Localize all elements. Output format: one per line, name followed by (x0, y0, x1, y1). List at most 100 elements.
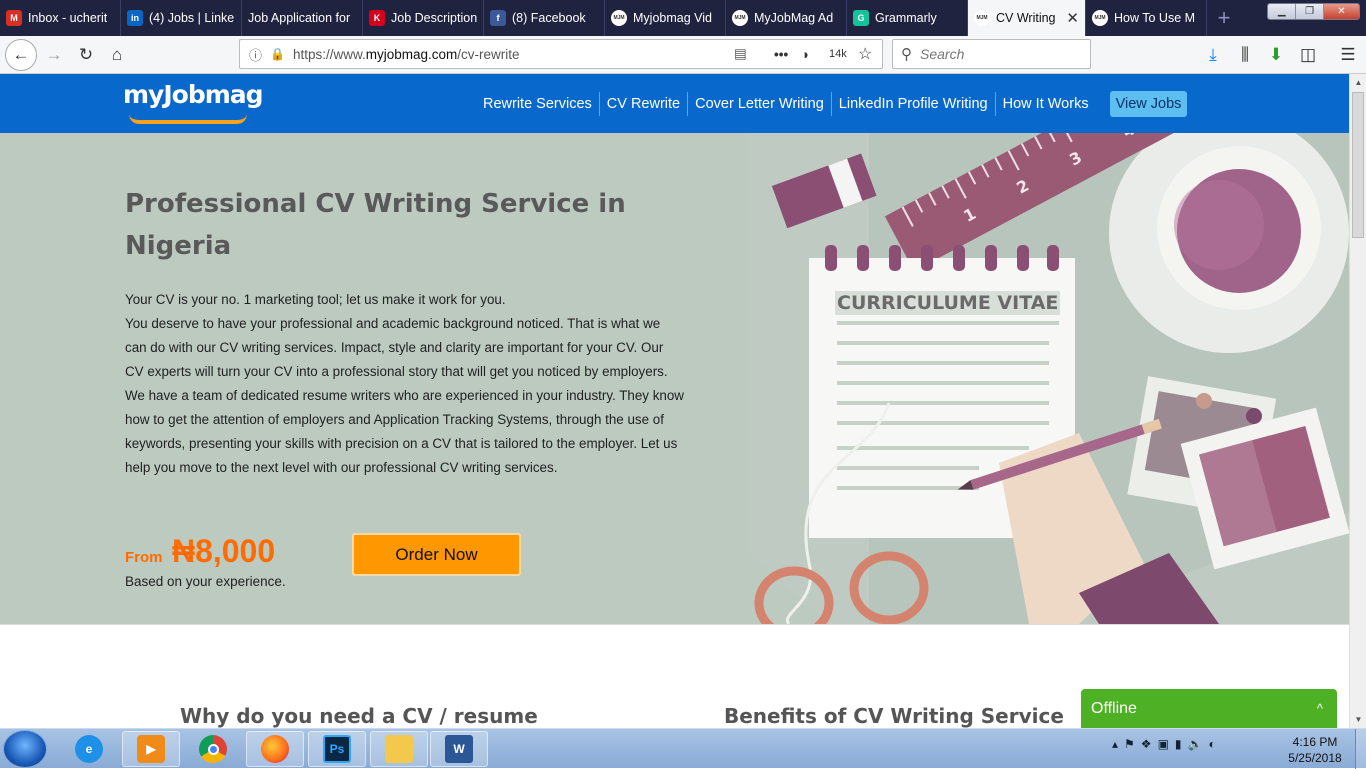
chat-widget[interactable]: Offline ^ (1081, 689, 1337, 728)
page-title: Professional CV Writing Service in Niger… (125, 189, 626, 261)
browser-tab[interactable]: MJM CV Writing ✕ (968, 0, 1086, 36)
cv-title-text: CURRICULUME VITAE (837, 292, 1058, 314)
window-controls: ▁ ❐ ✕ (1267, 3, 1360, 20)
start-button[interactable] (3, 730, 47, 768)
library-icon: ⫼ (1241, 45, 1249, 64)
vertical-scrollbar[interactable]: ▲ ▼ (1349, 74, 1366, 728)
network-signal-icon[interactable]: ▮ (1175, 737, 1182, 751)
word-icon: W (445, 735, 473, 763)
system-clock[interactable]: 4:16 PM 5/25/2018 (1282, 734, 1348, 766)
tab-label: (4) Jobs | Linke (149, 11, 235, 25)
browser-tab[interactable]: M Inbox - ucherit (0, 0, 121, 36)
nav-linkedin-profile-writing[interactable]: LinkedIn Profile Writing (832, 92, 996, 116)
forward-button[interactable]: → (40, 42, 68, 68)
url-domain: myjobmag.com (365, 46, 458, 62)
taskbar-chrome[interactable] (184, 731, 242, 767)
nav-rewrite-services[interactable]: Rewrite Services (476, 92, 600, 116)
tab-label: (8) Facebook (512, 11, 586, 25)
pin (1246, 408, 1262, 424)
action-center-flag-icon[interactable]: ⚑ (1124, 737, 1135, 751)
home-icon: ⌂ (111, 45, 123, 64)
tab-label: Inbox - ucherit (28, 11, 108, 25)
search-input[interactable]: ⚲ Search (892, 39, 1091, 69)
taskbar-internet-explorer[interactable]: e (60, 731, 118, 767)
back-button[interactable]: ← (5, 39, 37, 71)
power-icon[interactable]: ◐ (1208, 737, 1215, 751)
nav-cover-letter-writing[interactable]: Cover Letter Writing (688, 92, 832, 116)
coffee-highlight (1174, 180, 1264, 270)
scrollbar-thumb[interactable] (1352, 92, 1364, 238)
reload-button[interactable]: ↻ (72, 42, 100, 68)
volume-icon[interactable]: 🔈 (1188, 737, 1203, 751)
tab-label: Myjobmag Vid (633, 11, 712, 25)
order-now-button[interactable]: Order Now (352, 533, 521, 576)
system-tray: ▴ ⚑ ❖ ▣ ▮ 🔈 ◐ (1112, 737, 1216, 751)
nav-how-it-works[interactable]: How It Works (996, 92, 1096, 116)
usb-device-icon[interactable]: ▣ (1158, 737, 1169, 751)
browser-tab[interactable]: MJM MyJobMag Ad (726, 0, 847, 36)
taskbar-media-player[interactable]: ▶ (122, 731, 180, 767)
myjobmag-logo[interactable]: myJobmag (123, 80, 264, 124)
library-button[interactable]: ⫼ (1231, 42, 1259, 68)
browser-tab[interactable]: MJM Myjobmag Vid (605, 0, 726, 36)
search-placeholder: Search (920, 46, 965, 62)
myjobmag-icon: MJM (1092, 10, 1108, 26)
hero-section: Professional CV Writing Service in Niger… (0, 133, 1349, 624)
benefits-heading: Benefits of CV Writing Service (724, 704, 1064, 728)
close-tab-icon[interactable]: ✕ (1060, 9, 1079, 27)
reload-icon: ↻ (78, 45, 94, 64)
restore-icon[interactable]: ❐ (1296, 4, 1324, 19)
browser-tab[interactable]: G Grammarly (847, 0, 968, 36)
taskbar-firefox[interactable] (246, 731, 304, 767)
price-note: Based on your experience. (125, 574, 286, 589)
browser-tab[interactable]: f (8) Facebook (484, 0, 605, 36)
menu-button[interactable]: ☰ (1334, 42, 1362, 68)
tab-label: CV Writing (996, 11, 1056, 25)
browser-tab-bar: M Inbox - ucherit in (4) Jobs | Linke Job Ap… (0, 0, 1366, 36)
extension-button[interactable]: ⬇ (1262, 42, 1290, 68)
taskbar-word[interactable]: W (430, 731, 488, 767)
browser-tab[interactable]: Job Application for (242, 0, 363, 36)
taskbar-file-explorer[interactable] (370, 731, 428, 767)
chrome-icon (199, 735, 227, 763)
info-icon[interactable]: ⓘ (249, 45, 262, 64)
scroll-down-icon[interactable]: ▼ (1350, 711, 1366, 728)
address-bar[interactable]: ⓘ 🔒 https://www.myjobmag.com/cv-rewrite … (239, 39, 883, 69)
home-button[interactable]: ⌂ (103, 42, 131, 68)
browser-tab[interactable]: in (4) Jobs | Linke (121, 0, 242, 36)
search-icon: ⚲ (901, 46, 912, 63)
browser-tab[interactable]: MJM How To Use M (1086, 0, 1207, 36)
downloads-button[interactable]: ⤓ (1199, 42, 1227, 68)
hero-description: Your CV is your no. 1 marketing tool; le… (125, 288, 685, 480)
new-tab-icon[interactable]: + (1207, 0, 1241, 36)
page-actions-icon[interactable]: ••• (774, 47, 788, 62)
url-path: /cv-rewrite (457, 46, 520, 62)
show-hidden-icons-icon[interactable]: ▴ (1112, 737, 1118, 751)
extension-download-icon: ⬇ (1268, 45, 1284, 64)
lock-icon: 🔒 (270, 47, 285, 61)
red-logo-icon: K (369, 10, 385, 26)
why-cv-heading: Why do you need a CV / resume (180, 704, 538, 728)
taskbar-photoshop[interactable]: Ps (308, 731, 366, 767)
bookmark-star-icon[interactable]: ☆ (858, 44, 872, 64)
grammarly-icon: G (853, 10, 869, 26)
reader-view-icon[interactable]: ▤ (734, 46, 747, 62)
scroll-up-icon[interactable]: ▲ (1350, 74, 1366, 91)
hero-body-text: You deserve to have your professional an… (125, 316, 684, 475)
show-desktop-button[interactable] (1355, 729, 1366, 769)
sidebar-button[interactable]: ◫ (1294, 42, 1322, 68)
chevron-up-icon[interactable]: ^ (1317, 701, 1323, 716)
photoshop-icon: Ps (323, 735, 351, 763)
pocket-count: 14k (829, 48, 847, 60)
nav-cv-rewrite[interactable]: CV Rewrite (600, 92, 689, 116)
firefox-icon (261, 735, 289, 763)
dropbox-icon[interactable]: ❖ (1141, 737, 1152, 751)
view-jobs-button[interactable]: View Jobs (1109, 91, 1188, 117)
window-close-icon[interactable]: ✕ (1323, 4, 1359, 19)
pocket-icon[interactable]: ◗ (802, 47, 810, 62)
site-header: myJobmag Rewrite Services CV Rewrite Cov… (0, 74, 1349, 133)
file-explorer-icon (385, 735, 413, 763)
minimize-icon[interactable]: ▁ (1268, 4, 1297, 19)
browser-tab[interactable]: K Job Description (363, 0, 484, 36)
linkedin-icon: in (127, 10, 143, 26)
